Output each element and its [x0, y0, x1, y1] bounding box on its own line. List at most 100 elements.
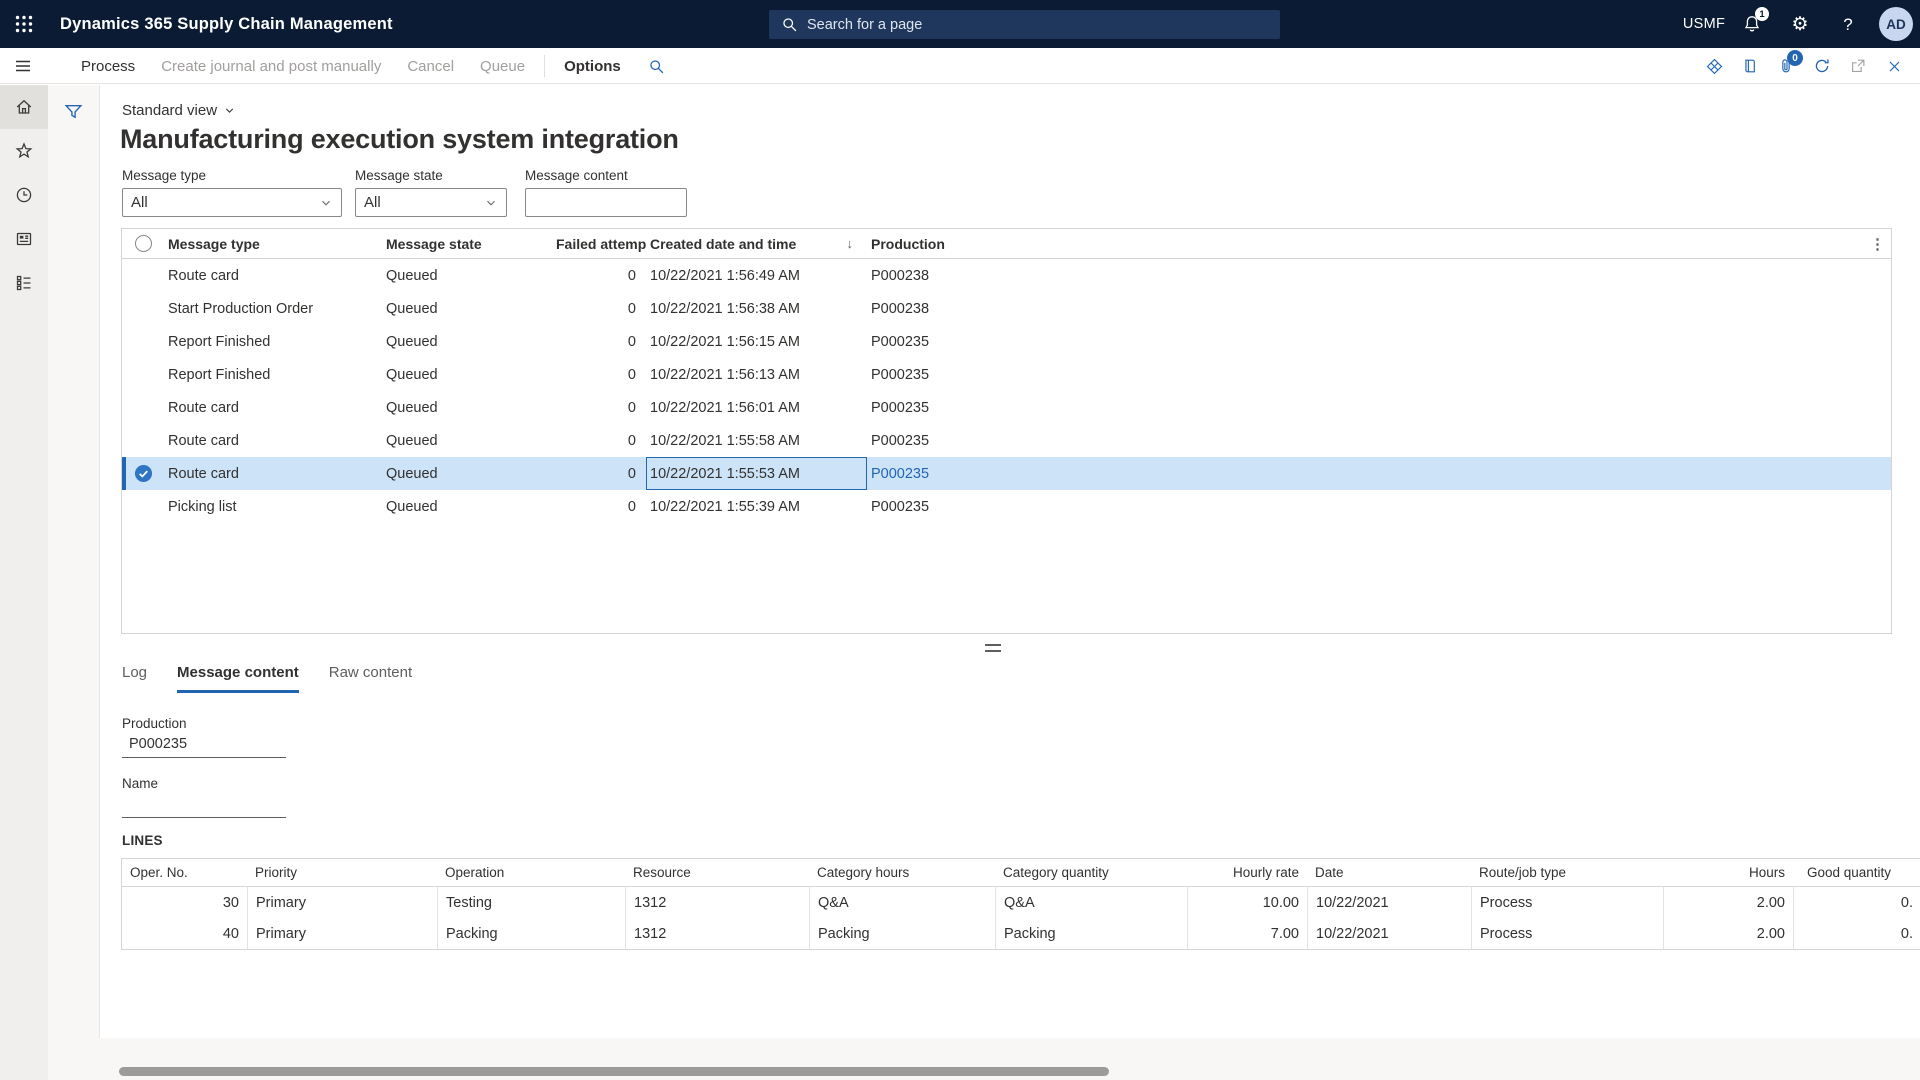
col-operation[interactable]: Operation: [437, 859, 625, 886]
table-row[interactable]: Start Production Order Queued 0 10/22/20…: [122, 292, 1891, 325]
table-row[interactable]: Route card Queued 0 10/22/2021 1:56:49 A…: [122, 259, 1891, 292]
table-row[interactable]: Route card Queued 0 10/22/2021 1:55:58 A…: [122, 424, 1891, 457]
cell-created: 10/22/2021 1:56:15 AM: [646, 334, 867, 350]
cell-created-focused[interactable]: 10/22/2021 1:55:53 AM: [646, 457, 867, 490]
sidebar-item-favorites[interactable]: [0, 129, 48, 173]
col-category-quantity[interactable]: Category quantity: [995, 859, 1187, 886]
cell-message-type: Route card: [164, 268, 382, 284]
table-row[interactable]: Picking list Queued 0 10/22/2021 1:55:39…: [122, 490, 1891, 523]
cell-date: 10/22/2021: [1307, 918, 1471, 949]
cell-production: P000238: [867, 301, 1891, 317]
col-oper-no[interactable]: Oper. No.: [122, 859, 247, 886]
tab-log[interactable]: Log: [122, 664, 147, 693]
cell-created: 10/22/2021 1:55:58 AM: [646, 433, 867, 449]
guide-button[interactable]: [1732, 48, 1768, 84]
cell-message-type: Picking list: [164, 499, 382, 515]
options-button[interactable]: Options: [564, 58, 621, 75]
cell-production: P000235: [867, 334, 1891, 350]
cell-failed-attempts: 0: [552, 433, 646, 449]
cell-message-state: Queued: [382, 301, 552, 317]
cell-route-job-type: Process: [1471, 887, 1663, 918]
col-header-failed-attempts[interactable]: Failed attempts: [552, 236, 646, 252]
table-row-selected[interactable]: Route card Queued 0 10/22/2021 1:55:53 A…: [122, 457, 1891, 490]
col-category-hours[interactable]: Category hours: [809, 859, 995, 886]
cell-operation: Testing: [437, 887, 625, 918]
horizontal-scrollbar[interactable]: [119, 1067, 1109, 1076]
grid-options-icon[interactable]: ⋮: [1870, 235, 1885, 253]
clock-icon: [14, 185, 34, 205]
tab-raw-content[interactable]: Raw content: [329, 664, 412, 693]
company-badge[interactable]: USMF: [1680, 0, 1728, 48]
col-resource[interactable]: Resource: [625, 859, 809, 886]
close-page-button[interactable]: [1876, 48, 1912, 84]
view-selector[interactable]: Standard view: [122, 102, 236, 119]
cell-operation: Packing: [437, 918, 625, 949]
open-in-new-window-button: [1840, 48, 1876, 84]
cell-failed-attempts: 0: [552, 499, 646, 515]
cell-good-quantity: 0.: [1793, 918, 1920, 949]
search-input[interactable]: [807, 17, 1227, 33]
process-button[interactable]: Process: [81, 58, 135, 75]
tab-message-content[interactable]: Message content: [177, 664, 299, 693]
message-state-dropdown[interactable]: All: [355, 188, 507, 217]
cell-message-state: Queued: [382, 367, 552, 383]
cell-created: 10/22/2021 1:56:38 AM: [646, 301, 867, 317]
name-input[interactable]: [122, 791, 286, 818]
pane-splitter-handle[interactable]: [985, 644, 1001, 652]
action-search-button[interactable]: [648, 58, 665, 75]
production-input[interactable]: P000235: [122, 731, 286, 758]
table-row[interactable]: Report Finished Queued 0 10/22/2021 1:56…: [122, 358, 1891, 391]
table-row[interactable]: Report Finished Queued 0 10/22/2021 1:56…: [122, 325, 1891, 358]
grid-header-row: Message type Message state Failed attemp…: [122, 229, 1891, 259]
filter-pane-button[interactable]: [61, 99, 85, 123]
notification-badge: 1: [1755, 7, 1769, 21]
select-all-checkbox[interactable]: [135, 235, 152, 252]
col-route-job-type[interactable]: Route/job type: [1471, 859, 1663, 886]
table-row[interactable]: Route card Queued 0 10/22/2021 1:56:01 A…: [122, 391, 1891, 424]
sidebar-item-recent[interactable]: [0, 173, 48, 217]
message-type-dropdown[interactable]: All: [122, 188, 342, 217]
action-bar: Process Create journal and post manually…: [0, 48, 1920, 84]
hamburger-menu-icon[interactable]: [13, 56, 33, 76]
cancel-button: Cancel: [407, 58, 454, 75]
avatar[interactable]: AD: [1879, 7, 1913, 41]
cell-failed-attempts: 0: [552, 466, 646, 482]
cell-resource: 1312: [625, 887, 809, 918]
col-hourly-rate[interactable]: Hourly rate: [1187, 859, 1307, 886]
sidebar-item-modules[interactable]: [0, 261, 48, 305]
search-icon: [781, 16, 798, 33]
attachments-button[interactable]: 0: [1768, 48, 1804, 84]
filter-message-type: Message type All: [122, 168, 342, 217]
sidebar-item-workspaces[interactable]: [0, 217, 48, 261]
col-priority[interactable]: Priority: [247, 859, 437, 886]
lines-row[interactable]: 30 Primary Testing 1312 Q&A Q&A 10.00 10…: [122, 887, 1920, 918]
col-header-message-type[interactable]: Message type: [164, 236, 382, 252]
lines-header-row: Oper. No. Priority Operation Resource Ca…: [122, 859, 1920, 887]
help-button[interactable]: ?: [1824, 0, 1872, 48]
cell-message-type: Route card: [164, 466, 382, 482]
lines-row[interactable]: 40 Primary Packing 1312 Packing Packing …: [122, 918, 1920, 949]
name-field: Name: [122, 776, 286, 818]
chevron-down-icon: [223, 104, 236, 117]
settings-button[interactable]: ⚙: [1776, 0, 1824, 48]
col-good-quantity[interactable]: Good quantity: [1793, 859, 1920, 886]
col-header-created[interactable]: Created date and time ↓: [646, 236, 867, 252]
smart-assist-button[interactable]: [1696, 48, 1732, 84]
col-hours[interactable]: Hours: [1663, 859, 1793, 886]
col-header-message-state[interactable]: Message state: [382, 236, 552, 252]
col-header-production[interactable]: Production: [867, 236, 1891, 252]
cell-message-state: Queued: [382, 400, 552, 416]
page-search-box[interactable]: [769, 10, 1280, 39]
cell-production-link[interactable]: P000235: [867, 466, 1891, 482]
cell-hourly-rate: 10.00: [1187, 887, 1307, 918]
col-date[interactable]: Date: [1307, 859, 1471, 886]
row-selected-check-icon[interactable]: [134, 464, 153, 483]
notifications-button[interactable]: 1: [1728, 0, 1776, 48]
app-launcher-waffle-icon[interactable]: [13, 13, 35, 35]
top-nav-bar: Dynamics 365 Supply Chain Management USM…: [0, 0, 1920, 48]
refresh-button[interactable]: [1804, 48, 1840, 84]
sidebar-item-home[interactable]: [0, 85, 48, 129]
dropdown-value: All: [131, 194, 148, 211]
cell-hourly-rate: 7.00: [1187, 918, 1307, 949]
message-content-input[interactable]: [525, 188, 687, 217]
